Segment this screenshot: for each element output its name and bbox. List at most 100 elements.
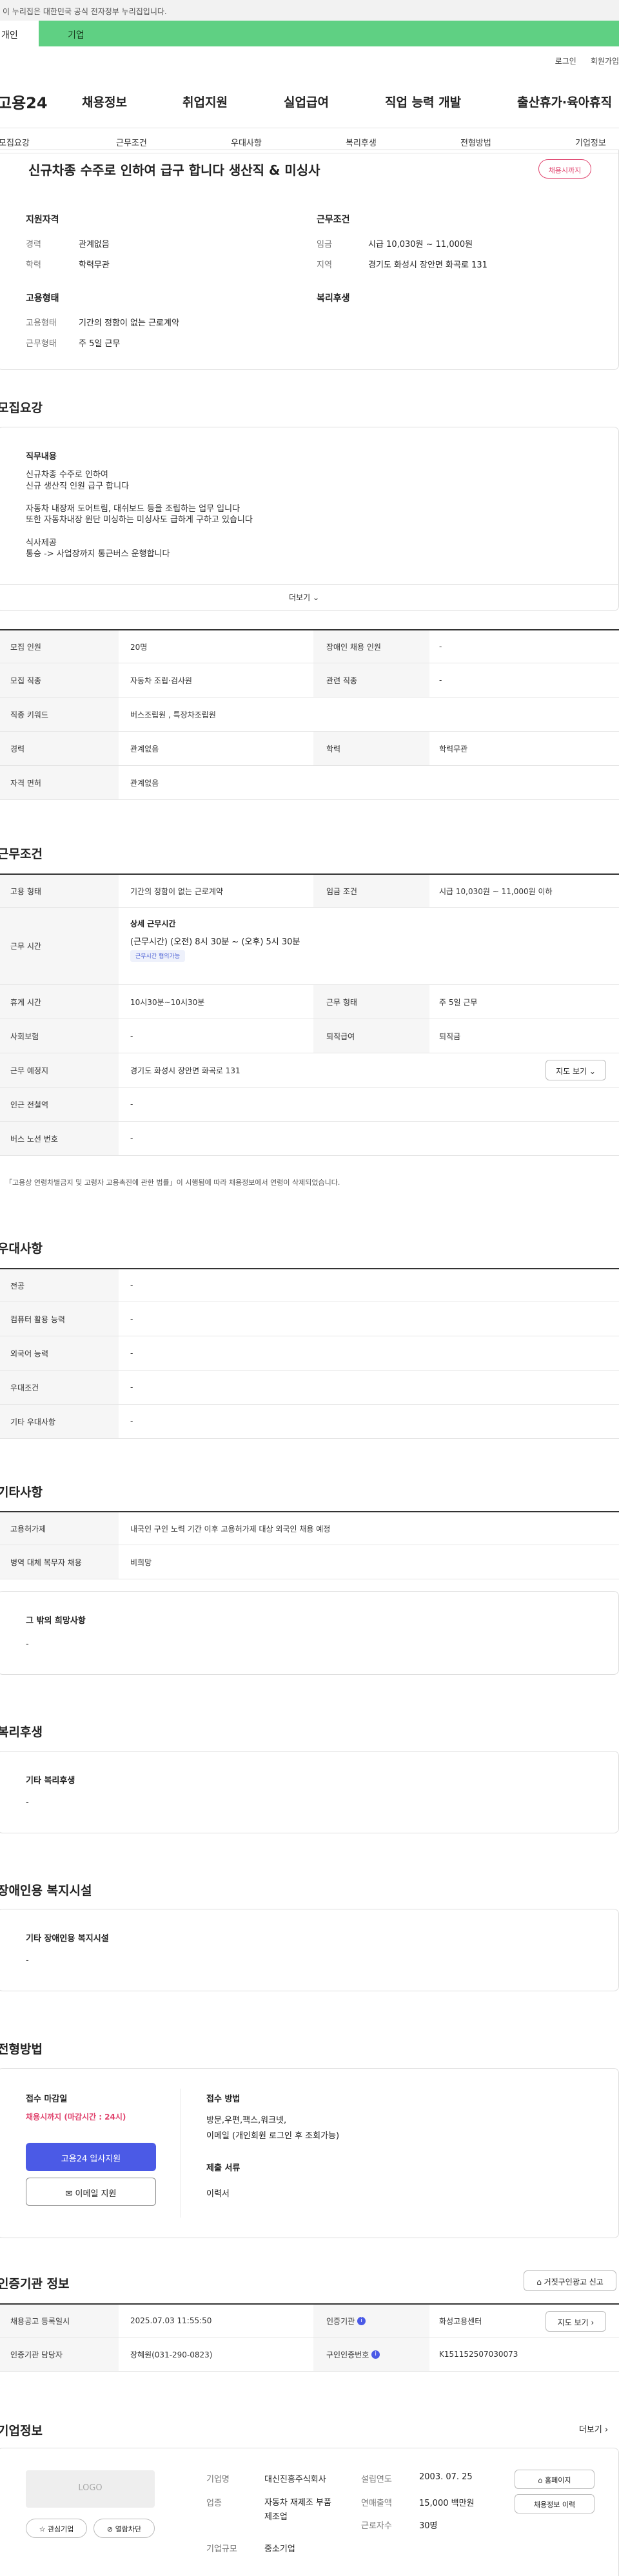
gnb-item-support[interactable]: 취업지원	[182, 93, 228, 110]
gnb-item-benefit[interactable]: 실업급여	[284, 93, 329, 110]
emptype-label: 고용형태	[26, 318, 57, 328]
pref-value: -	[130, 1349, 133, 1358]
duty-line: 식사제공	[26, 538, 57, 548]
site-logo[interactable]: 고용24	[0, 90, 48, 113]
table-row: 전공 -	[0, 1268, 619, 1302]
map-button[interactable]: 지도 보기 ⌄	[545, 1060, 606, 1080]
company-more-link[interactable]: 더보기 ›	[579, 2423, 608, 2435]
time-value: (근무시간) (오전) 8시 30분 ~ (오후) 5시 30분	[130, 937, 300, 947]
form-label: 근무 형태	[313, 985, 429, 1019]
deadline-value: 채용시까지 (마감시간 : 24시)	[26, 2113, 126, 2122]
sales-value: 15,000 백만원	[419, 2499, 475, 2508]
table-row: 직종 키워드 버스조립원 , 특장차조립원	[0, 698, 619, 732]
gnb-item-jobs[interactable]: 채용정보	[82, 93, 127, 110]
table-row: 근무 시간 상세 근무시간 (근무시간) (오전) 8시 30분 ~ (오후) …	[0, 908, 619, 985]
station-value: -	[130, 1100, 133, 1109]
pref-value: -	[130, 1314, 133, 1323]
history-button[interactable]: 채용정보 이력	[515, 2494, 594, 2513]
section-process-heading: 전형방법	[0, 2042, 43, 2056]
report-label: 거짓구인광고 신고	[544, 2278, 604, 2287]
table-row: 모집 인원 20명 장애인 채용 인원 -	[0, 629, 619, 663]
tab-recruit[interactable]: 모집요강	[0, 136, 30, 148]
section-disabled-heading: 장애인용 복지시설	[0, 1884, 92, 1898]
cemp-label: 근로자수	[361, 2521, 392, 2531]
docs-value: 이력서	[206, 2189, 230, 2199]
military-label: 병역 대체 복무자 채용	[0, 1545, 119, 1579]
career-label: 경력	[26, 240, 41, 249]
tab-welfare[interactable]: 복리후생	[346, 136, 377, 148]
pref-label: 기타 우대사항	[0, 1405, 119, 1438]
tab-process[interactable]: 전형방법	[460, 136, 491, 148]
duty-line: 또한 자동차내장 원단 미싱하는 미싱사도 급하게 구하고 있습니다	[26, 515, 253, 525]
table-row: 근무 예정지 경기도 화성시 장안면 화곡로 131 지도 보기 ⌄	[0, 1053, 619, 1088]
duty-title: 직무내용	[26, 452, 57, 462]
pref-value: -	[130, 1383, 133, 1392]
recruit-label: 모집 인원	[0, 630, 119, 663]
apply-button[interactable]: 고용24 입사지원	[26, 2143, 156, 2171]
place-label: 근무 예정지	[0, 1053, 119, 1087]
welfare-box	[0, 1751, 619, 1833]
emp-title: 고용형태	[26, 293, 59, 304]
table-row: 경력 관계없음 학력 학력무관	[0, 732, 619, 766]
table-row: 모집 직종 자동차 조립·검사원 관련 직종 -	[0, 663, 619, 698]
tab-conditions[interactable]: 근무조건	[116, 136, 147, 148]
report-button[interactable]: ⌂ 거짓구인광고 신고	[524, 2270, 616, 2291]
info-icon[interactable]: i	[371, 2350, 380, 2359]
sev-label: 퇴직급여	[313, 1019, 429, 1053]
recruit-label: 직종 키워드	[0, 698, 119, 731]
more-button[interactable]: 더보기 ⌄	[289, 592, 319, 603]
emp-value: 기간의 정함이 없는 근로계약	[130, 886, 223, 896]
tab-company-label: 기업	[68, 30, 84, 41]
other-title: 그 밖의 희망사항	[26, 1616, 86, 1626]
table-row: 기타 우대사항 -	[0, 1405, 619, 1439]
block-button[interactable]: ⊘ 열람차단	[93, 2519, 155, 2538]
recruit-value: -	[439, 676, 442, 685]
global-nav: 고용24 채용정보 취업지원 실업급여 직업 능력 개발 출산휴가·육아휴직	[0, 85, 619, 115]
email-apply-button[interactable]: ✉ 이메일 지원	[26, 2178, 156, 2206]
fav-button[interactable]: ☆ 관심기업	[26, 2519, 87, 2538]
recruit-label: 자격 면허	[0, 766, 119, 799]
recruit-value: 20명	[130, 642, 148, 652]
table-row: 우대조건 -	[0, 1371, 619, 1405]
org-label: 인증기관 i	[313, 2305, 429, 2337]
table-row: 외국어 능력 -	[0, 1336, 619, 1371]
tab-personal[interactable]: 개인	[0, 21, 39, 46]
chevron-right-icon: ›	[605, 2425, 609, 2435]
other-value: -	[26, 1639, 29, 1649]
edu-label: 학력	[26, 260, 41, 270]
table-row: 고용 형태 기간의 정함이 없는 근로계약 임금 조건 시급 10,030원 ~…	[0, 873, 619, 908]
email-apply-label: 이메일 지원	[75, 2189, 117, 2199]
tab-company-info[interactable]: 기업정보	[575, 136, 606, 148]
table-row: 고용허가제 내국인 구인 노력 기간 이후 고용허가제 대상 외국인 채용 예정	[0, 1511, 619, 1545]
region-value: 경기도 화성시 장안면 화곡로 131	[368, 260, 487, 270]
recruit-value: 자동차 조립·검사원	[130, 676, 192, 685]
top-tabs: 개인 기업	[0, 21, 619, 46]
recruit-value: -	[439, 642, 442, 651]
docs-title: 제출 서류	[206, 2163, 241, 2173]
eps-label: 고용허가제	[0, 1512, 119, 1545]
tab-preference[interactable]: 우대사항	[231, 136, 262, 148]
cname-value: 대신진흥주식회사	[264, 2475, 326, 2484]
tab-company[interactable]: 기업	[39, 21, 619, 46]
homepage-button[interactable]: ⌂ 홈페이지	[515, 2470, 594, 2489]
military-value: 비희망	[130, 1557, 152, 1567]
station-label: 인근 전철역	[0, 1088, 119, 1121]
disabled-title: 기타 장애인용 복지시설	[26, 1934, 109, 1944]
wage-cond-label: 임금 조건	[313, 875, 429, 907]
table-row: 자격 면허 관계없음	[0, 766, 619, 800]
year-label: 설립연도	[361, 2475, 392, 2484]
table-row: 채용공고 등록일시 2025.07.03 11:55:50 인증기관 i 화성고…	[0, 2303, 619, 2337]
info-icon[interactable]: i	[357, 2316, 366, 2325]
section-conditions-heading: 근무조건	[0, 847, 43, 861]
login-link[interactable]: 로그인	[555, 57, 576, 66]
gnb-item-training[interactable]: 직업 능력 개발	[385, 93, 461, 110]
welfare-title: 복리후생	[317, 293, 350, 304]
signup-link[interactable]: 회원가입	[591, 57, 619, 66]
homepage-label: 홈페이지	[545, 2476, 571, 2484]
duty-line: 신규차종 수주로 인하여	[26, 470, 108, 480]
agency-map-button[interactable]: 지도 보기 ›	[545, 2311, 606, 2332]
duty-text: 신규차종 수주로 인하여 신규 생산직 인원 급구 합니다 자동차 내장재 도어트림…	[26, 469, 253, 560]
block-label: 열람차단	[115, 2525, 142, 2533]
company-more-label: 더보기	[579, 2425, 602, 2435]
gnb-item-leave[interactable]: 출산휴가·육아휴직	[517, 93, 612, 110]
